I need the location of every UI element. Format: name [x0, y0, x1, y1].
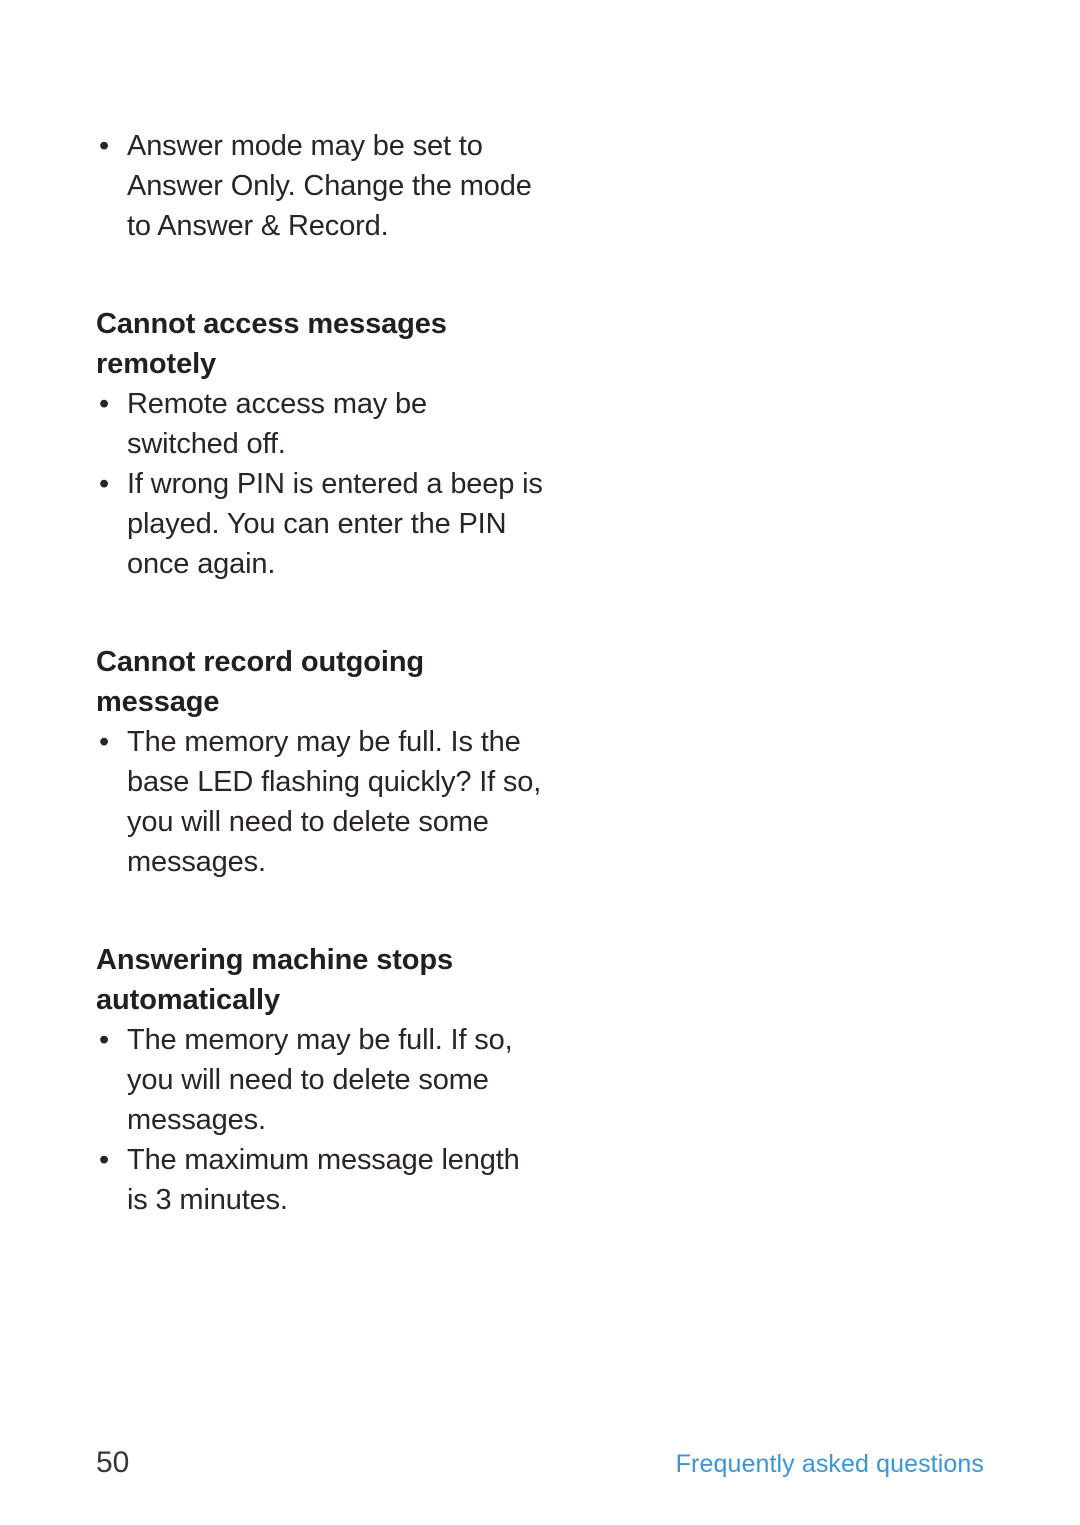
list-item-text: Answer mode may be set to Answer Only. C… — [127, 130, 532, 242]
page-number: 50 — [96, 1446, 130, 1479]
manual-page: • Answer mode may be set to Answer Only.… — [0, 0, 1080, 1525]
list-item: • The memory may be full. If so, you wil… — [96, 1020, 546, 1140]
list-item: • The maximum message length is 3 minute… — [96, 1140, 546, 1220]
bullet-list: • Remote access may be switched off. • I… — [96, 384, 546, 584]
list-item-text: Remote access may be switched off. — [127, 388, 428, 460]
footer-section-label: Frequently asked questions — [675, 1450, 984, 1478]
list-item: • Answer mode may be set to Answer Only.… — [96, 126, 546, 246]
bullet-icon: • — [99, 388, 110, 420]
list-item: • Remote access may be switched off. — [96, 384, 546, 464]
list-item-text: The memory may be full. Is the base LED … — [127, 726, 542, 878]
bullet-icon: • — [99, 130, 110, 162]
bullet-list: • The memory may be full. If so, you wil… — [96, 1020, 546, 1220]
list-item: • The memory may be full. Is the base LE… — [96, 722, 546, 882]
bullet-list: • The memory may be full. Is the base LE… — [96, 722, 546, 882]
section-heading-cannot-access-messages-remotely: Cannot access messages remotely — [96, 308, 447, 380]
page-footer: 50 Frequently asked questions — [96, 1443, 984, 1491]
page-content: • Answer mode may be set to Answer Only.… — [96, 126, 546, 1220]
bullet-icon: • — [99, 468, 110, 500]
section-heading-cannot-record-outgoing-message: Cannot record outgoing message — [96, 646, 425, 718]
list-item-text: The memory may be full. If so, you will … — [127, 1024, 513, 1136]
list-item-text: If wrong PIN is entered a beep is played… — [127, 468, 543, 580]
section-heading-answering-machine-stops-automatically: Answering machine stops automatically — [96, 944, 454, 1016]
bullet-icon: • — [99, 726, 110, 758]
bullet-icon: • — [99, 1144, 110, 1176]
bullet-icon: • — [99, 1024, 110, 1056]
bullet-list: • Answer mode may be set to Answer Only.… — [96, 126, 546, 246]
list-item: • If wrong PIN is entered a beep is play… — [96, 464, 546, 584]
list-item-text: The maximum message length is 3 minutes. — [127, 1144, 520, 1216]
